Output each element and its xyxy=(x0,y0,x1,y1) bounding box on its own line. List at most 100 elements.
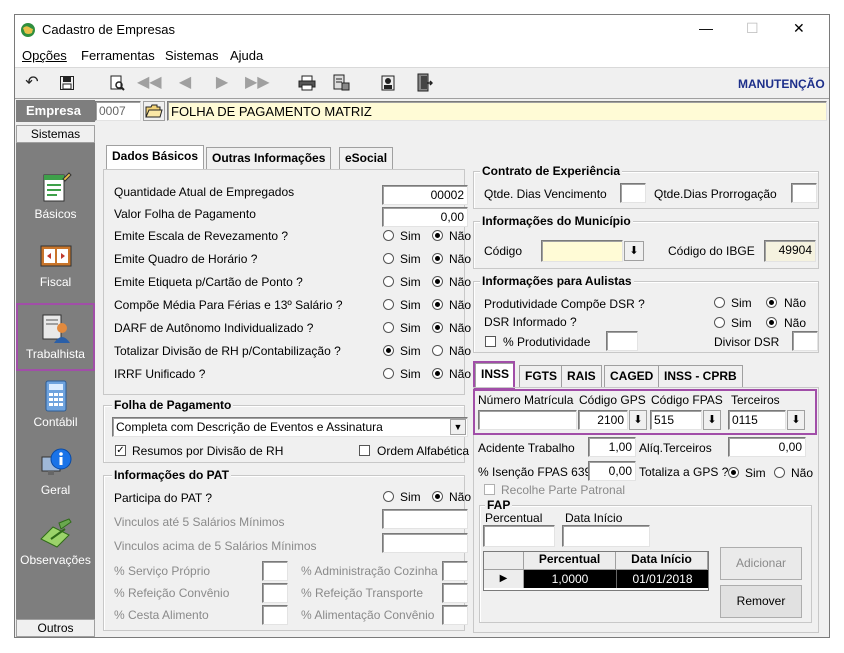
empresa-name-field[interactable]: FOLHA DE PAGAMENTO MATRIZ xyxy=(167,101,827,121)
codigo-lookup-button[interactable]: ⬇ xyxy=(624,241,644,261)
isencao-field[interactable]: 0,00 xyxy=(588,461,636,481)
totaliza-sim-radio[interactable] xyxy=(728,467,739,478)
totaliza-nao-radio[interactable] xyxy=(774,467,785,478)
tab-caged[interactable]: CAGED xyxy=(604,365,660,387)
basic-option-sim-radio[interactable] xyxy=(383,230,394,241)
tab-outras-informacoes[interactable]: Outras Informações xyxy=(206,147,332,169)
sidebar-item-observacoes[interactable]: Observações xyxy=(16,511,95,579)
basic-option-nao-radio[interactable] xyxy=(432,299,443,310)
folha-select[interactable]: Completa com Descrição de Eventos e Assi… xyxy=(112,417,468,437)
vinc5plus-field[interactable] xyxy=(382,533,468,553)
printer-icon[interactable] xyxy=(295,72,319,94)
basic-option-label: Emite Etiqueta p/Cartão de Ponto ? xyxy=(114,275,303,289)
fpas-lookup-button[interactable]: ⬇ xyxy=(703,410,721,430)
ordem-checkbox[interactable] xyxy=(359,445,370,456)
previous-record-icon[interactable]: ◀ xyxy=(173,72,197,94)
adm-cozinha-field[interactable] xyxy=(442,561,468,581)
basic-option-sim-radio[interactable] xyxy=(383,322,394,333)
gps-field[interactable]: 2100 xyxy=(578,410,628,430)
prod-dsr-sim-radio[interactable] xyxy=(714,297,725,308)
remover-button[interactable]: Remover xyxy=(720,585,802,618)
undo-icon[interactable]: ↶ xyxy=(20,72,44,94)
next-record-icon[interactable]: ▶ xyxy=(210,72,234,94)
basic-option-nao-radio[interactable] xyxy=(432,230,443,241)
save-icon[interactable] xyxy=(55,72,79,94)
cesta-field[interactable] xyxy=(262,605,288,625)
dsr-inf-nao-radio[interactable] xyxy=(766,317,777,328)
tab-fgts[interactable]: FGTS xyxy=(519,365,563,387)
close-button[interactable]: ✕ xyxy=(793,20,805,37)
sidebar-sistemas-header[interactable]: Sistemas xyxy=(16,125,95,143)
sidebar-item-trabalhista[interactable]: Trabalhista xyxy=(16,303,95,371)
tab-esocial[interactable]: eSocial xyxy=(339,147,394,169)
pat-nao-radio[interactable] xyxy=(432,491,443,502)
open-folder-button[interactable] xyxy=(143,101,165,121)
maximize-button[interactable]: ☐ xyxy=(746,20,759,37)
folha-dropdown-button[interactable]: ▼ xyxy=(450,419,466,435)
alim-convenio-field[interactable] xyxy=(442,605,468,625)
ref-transporte-field[interactable] xyxy=(442,583,468,603)
pct-prod-field[interactable] xyxy=(606,331,638,351)
menu-opcoes[interactable]: Opções xyxy=(22,48,67,63)
prod-dsr-nao-radio[interactable] xyxy=(766,297,777,308)
sidebar-item-geral[interactable]: Geral xyxy=(16,441,95,509)
recolhe-checkbox[interactable] xyxy=(484,484,495,495)
empresa-code-field[interactable]: 0007 xyxy=(95,101,141,121)
aliq-field[interactable]: 0,00 xyxy=(728,437,806,457)
pct-prod-checkbox[interactable] xyxy=(485,336,496,347)
report-icon[interactable] xyxy=(329,72,353,94)
ref-convenio-field[interactable] xyxy=(262,583,288,603)
gps-lookup-button[interactable]: ⬇ xyxy=(629,410,647,430)
tab-dados-basicos[interactable]: Dados Básicos xyxy=(106,145,205,169)
basic-option-sim-radio[interactable] xyxy=(383,276,394,287)
basic-option-nao-radio[interactable] xyxy=(432,345,443,356)
resumos-checkbox[interactable]: ✓ xyxy=(115,445,126,456)
fap-grid-cell-data[interactable]: 01/01/2018 xyxy=(616,570,708,588)
menu-ajuda[interactable]: Ajuda xyxy=(230,48,263,63)
terceiros-lookup-button[interactable]: ⬇ xyxy=(787,410,805,430)
exit-door-icon[interactable] xyxy=(412,72,436,94)
sidebar-item-basicos[interactable]: Básicos xyxy=(16,165,95,233)
basic-option-nao-radio[interactable] xyxy=(432,368,443,379)
terceiros-field[interactable]: 0115 xyxy=(728,410,786,430)
minimize-button[interactable]: — xyxy=(699,20,713,36)
codigo-municipio-field[interactable] xyxy=(541,240,623,262)
tab-rais[interactable]: RAIS xyxy=(561,365,602,387)
pat-nao-label: Não xyxy=(449,490,472,504)
pat-sim-radio[interactable] xyxy=(383,491,394,502)
qtd-empregados-field[interactable]: 00002 xyxy=(382,185,468,205)
basic-option-sim-radio[interactable] xyxy=(383,299,394,310)
vinc5-field[interactable] xyxy=(382,509,468,529)
tab-inss-cprb[interactable]: INSS - CPRB xyxy=(658,365,743,387)
totaliza-nao-label: Não xyxy=(791,466,814,480)
sidebar-item-fiscal[interactable]: Fiscal xyxy=(16,233,95,301)
sidebar-outros-header[interactable]: Outros xyxy=(16,619,95,637)
basic-option-sim-radio[interactable] xyxy=(383,345,394,356)
fap-data-field[interactable] xyxy=(562,525,650,547)
menu-sistemas[interactable]: Sistemas xyxy=(165,48,218,63)
sidebar-item-contabil[interactable]: Contábil xyxy=(16,373,95,441)
valor-folha-field[interactable]: 0,00 xyxy=(382,207,468,227)
divisor-field[interactable] xyxy=(792,331,818,351)
dias-prorr-field[interactable] xyxy=(791,183,817,203)
acidente-field[interactable]: 1,00 xyxy=(588,437,636,457)
ibge-field[interactable]: 49904 xyxy=(764,240,816,262)
print-preview-icon[interactable] xyxy=(105,72,129,94)
first-record-icon[interactable]: ◀◀ xyxy=(137,72,162,94)
fap-grid-cell-percentual[interactable]: 1,0000 xyxy=(524,570,616,588)
fap-percentual-field[interactable] xyxy=(483,525,555,547)
menu-ferramentas[interactable]: Ferramentas xyxy=(81,48,155,63)
basic-option-sim-radio[interactable] xyxy=(383,253,394,264)
dias-venc-field[interactable] xyxy=(620,183,646,203)
last-record-icon[interactable]: ▶▶ xyxy=(245,72,270,94)
adicionar-button[interactable]: Adicionar xyxy=(720,547,802,580)
matricula-field[interactable] xyxy=(478,410,577,430)
fpas-field[interactable]: 515 xyxy=(650,410,702,430)
basic-option-nao-radio[interactable] xyxy=(432,322,443,333)
servico-field[interactable] xyxy=(262,561,288,581)
basic-option-nao-radio[interactable] xyxy=(432,253,443,264)
user-config-icon[interactable] xyxy=(377,72,401,94)
basic-option-nao-radio[interactable] xyxy=(432,276,443,287)
basic-option-sim-radio[interactable] xyxy=(383,368,394,379)
dsr-inf-sim-radio[interactable] xyxy=(714,317,725,328)
